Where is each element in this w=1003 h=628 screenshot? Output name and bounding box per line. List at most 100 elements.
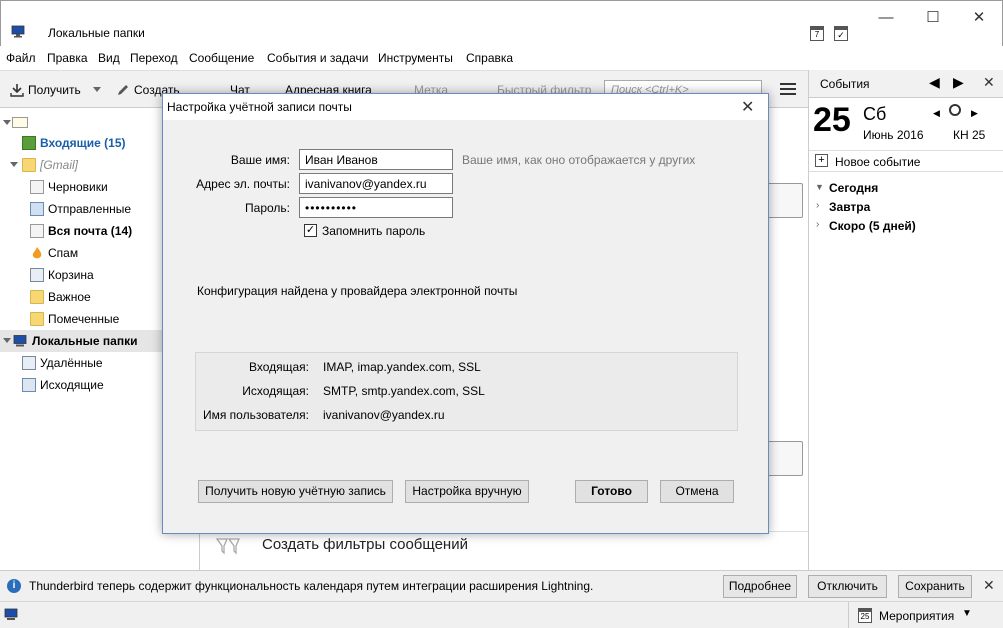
folder-label: Исходящие (40, 378, 104, 392)
menu-file[interactable]: Файл (6, 51, 36, 65)
folder-label: Черновики (48, 180, 108, 194)
get-mail-dropdown-icon[interactable] (93, 87, 101, 92)
menu-help[interactable]: Справка (466, 51, 513, 65)
folder-icon (30, 290, 44, 304)
events-pane: События ◀ ▶ ✕ 25 Сб Июнь 2016 ◀ ▶ КН 25 … (808, 70, 1003, 570)
events-status-label[interactable]: Мероприятия (879, 609, 954, 623)
folder-label: [Gmail] (40, 158, 79, 172)
menu-edit[interactable]: Правка (47, 51, 88, 65)
drafts-icon (30, 180, 44, 194)
tasks-tab-icon[interactable]: ✓ (834, 26, 848, 41)
menu-events-tasks[interactable]: События и задачи (267, 51, 368, 65)
maximize-button[interactable]: ☐ (910, 9, 956, 29)
name-label: Ваше имя: (230, 153, 290, 167)
menu-bar: Файл Правка Вид Переход Сообщение Событи… (0, 46, 1003, 70)
account-setup-dialog: Настройка учётной записи почты ✕ Ваше им… (162, 93, 769, 534)
prev-week-icon[interactable]: ◀ (933, 108, 940, 119)
spam-flame-icon (32, 247, 42, 259)
new-event-button[interactable]: + Новое событие (809, 150, 1003, 172)
minimize-button[interactable]: — (863, 9, 909, 29)
menu-message[interactable]: Сообщение (189, 51, 254, 65)
chevron-right-icon[interactable]: › (816, 219, 819, 230)
close-events-icon[interactable]: ✕ (983, 74, 995, 91)
account-twisty-icon[interactable] (3, 120, 11, 125)
remember-password-checkbox[interactable]: ✓ (304, 224, 317, 237)
name-hint: Ваше имя, как оно отображается у других (462, 153, 696, 167)
done-button[interactable]: Готово (575, 480, 648, 503)
trash-icon (22, 356, 36, 370)
get-new-account-button[interactable]: Получить новую учётную запись (198, 480, 393, 503)
folder-label: Удалённые (40, 356, 103, 370)
prev-day-icon[interactable]: ◀ (929, 74, 940, 91)
folder-label: Корзина (48, 268, 94, 282)
username-label: Имя пользователя: (202, 408, 309, 422)
chevron-down-icon[interactable]: ▼ (815, 182, 824, 192)
close-notification-icon[interactable]: ✕ (983, 577, 995, 594)
menu-go[interactable]: Переход (130, 51, 178, 65)
folder-label: Входящие (15) (40, 136, 126, 150)
calendar-tab-icon[interactable]: 7 (810, 26, 824, 41)
chevron-right-icon[interactable]: › (816, 200, 819, 211)
notification-text: Thunderbird теперь содержит функциональн… (29, 579, 594, 593)
local-twisty-icon[interactable] (3, 338, 11, 343)
weekday: Сб (863, 104, 887, 124)
password-field[interactable]: •••••••••• (299, 197, 453, 218)
folder-label: Спам (48, 246, 79, 260)
sent-icon (30, 202, 44, 216)
next-day-icon[interactable]: ▶ (953, 74, 964, 91)
folder-label: Вся почта (14) (48, 224, 133, 238)
dialog-title: Настройка учётной записи почты (167, 100, 352, 114)
server-info-box: Входящая: IMAP, imap.yandex.com, SSL Исх… (195, 352, 738, 431)
chevron-down-icon[interactable]: ▼ (962, 608, 972, 619)
folder-icon (22, 158, 36, 172)
divider (848, 602, 849, 628)
folder-icon (30, 312, 44, 326)
next-week-icon[interactable]: ▶ (971, 108, 978, 119)
inbox-icon (22, 136, 36, 150)
name-field[interactable]: Иван Иванов (299, 149, 453, 170)
remember-password-label[interactable]: Запомнить пароль (322, 224, 425, 238)
info-icon: i (7, 579, 21, 593)
menu-view[interactable]: Вид (98, 51, 120, 65)
calendar-icon: 25 (858, 608, 872, 623)
outbox-icon (22, 378, 36, 392)
new-event-label: Новое событие (835, 155, 921, 169)
close-button[interactable]: ✕ (956, 9, 1002, 29)
folder-label: Важное (48, 290, 91, 304)
gmail-twisty-icon[interactable] (10, 162, 18, 167)
folder-label: Локальные папки (32, 334, 138, 348)
incoming-label: Входящая: (248, 360, 309, 374)
more-info-button[interactable]: Подробнее (723, 575, 797, 598)
local-folders-icon (13, 335, 27, 347)
dialog-close-icon[interactable]: ✕ (741, 97, 754, 117)
disable-button[interactable]: Отключить (808, 575, 887, 598)
folder-label: Помеченные (48, 312, 120, 326)
get-mail-button[interactable]: Получить (28, 83, 81, 97)
events-title: События (820, 77, 870, 91)
download-icon (10, 84, 24, 97)
create-filters-link[interactable]: Создать фильтры сообщений (262, 536, 468, 553)
title-bar: Локальные папки 7 ✓ — ☐ ✕ (0, 0, 1003, 46)
config-found-text: Конфигурация найдена у провайдера электр… (197, 284, 518, 298)
email-label: Адрес эл. почты: (196, 177, 290, 191)
menu-tools[interactable]: Инструменты (378, 51, 453, 65)
all-mail-icon (30, 224, 44, 238)
today-icon[interactable] (949, 104, 961, 116)
password-label: Пароль: (245, 201, 290, 215)
app-menu-icon[interactable] (780, 83, 796, 97)
trash-icon (30, 268, 44, 282)
filter-icon (215, 538, 240, 555)
window-title: Локальные папки (48, 26, 145, 40)
email-field[interactable]: ivanivanov@yandex.ru (299, 173, 453, 194)
gmail-account-icon (12, 114, 28, 128)
dialog-title-bar: Настройка учётной записи почты ✕ (163, 94, 768, 120)
soon-group[interactable]: Скоро (5 дней) (829, 219, 916, 233)
day-number: 25 (813, 101, 851, 139)
cancel-button[interactable]: Отмена (660, 480, 734, 503)
manual-config-button[interactable]: Настройка вручную (405, 480, 529, 503)
plus-icon: + (815, 154, 828, 167)
keep-button[interactable]: Сохранить (898, 575, 972, 598)
today-group[interactable]: Сегодня (829, 181, 878, 195)
tomorrow-group[interactable]: Завтра (829, 200, 870, 214)
online-status-icon[interactable] (4, 608, 18, 621)
